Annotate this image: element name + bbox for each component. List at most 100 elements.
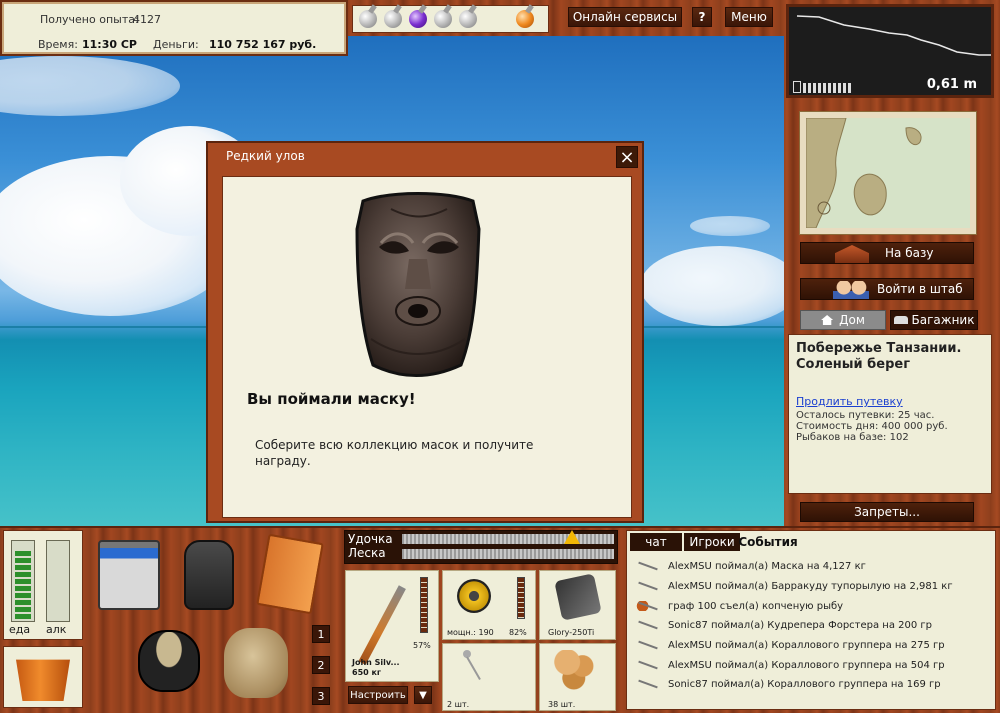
catch-headline: Вы поймали маску!	[247, 390, 416, 408]
reel-percent: 82%	[509, 628, 527, 637]
hook-line	[466, 656, 481, 681]
event-text: AlexMSU поймал(а) Барракуду тупорылую на…	[668, 580, 953, 592]
purple-flask-icon[interactable]	[409, 10, 427, 28]
event-row: AlexMSU поймал(а) Барракуду тупорылую на…	[636, 577, 986, 595]
fishing-rod-icon	[636, 620, 658, 630]
flask-icon[interactable]	[459, 10, 477, 28]
fishing-rod-icon	[636, 581, 658, 591]
cloud	[640, 246, 784, 326]
bans-button[interactable]: Запреты...	[800, 502, 974, 522]
money-value: 110 752 167 руб.	[209, 38, 317, 51]
food-icon	[636, 601, 658, 611]
flask-icon[interactable]	[359, 10, 377, 28]
tab-events[interactable]: События	[738, 533, 798, 551]
inventory-page-2-button[interactable]: 2	[312, 656, 330, 674]
flask-icon[interactable]	[384, 10, 402, 28]
online-services-button[interactable]: Онлайн сервисы	[568, 7, 682, 27]
hooks-count: 2 шт.	[447, 700, 470, 709]
tab-trunk-label: Багажник	[911, 313, 975, 327]
line-tension-bar	[402, 549, 614, 559]
help-button[interactable]: ?	[692, 7, 712, 27]
to-base-button[interactable]: На базу	[800, 242, 974, 264]
sack-icon[interactable]	[224, 628, 288, 698]
event-row: граф 100 съел(а) копченую рыбу	[636, 597, 986, 615]
days-left: Осталось путевки: 25 час.	[796, 410, 935, 421]
depth-scale-icon	[793, 81, 855, 93]
bucket-slot[interactable]	[3, 646, 83, 708]
dialog-title: Редкий улов	[226, 149, 305, 163]
chevron-down-icon[interactable]: ▼	[414, 686, 432, 704]
depth-chart: 0,61 m	[786, 4, 994, 98]
tab-trunk[interactable]: Багажник	[890, 310, 978, 330]
tackle-box-icon[interactable]	[98, 540, 160, 610]
rod-slot[interactable]: 57% John Silv... 650 кг	[345, 570, 439, 682]
event-text: AlexMSU поймал(а) Маска на 4,127 кг	[668, 560, 866, 572]
event-row: AlexMSU поймал(а) Маска на 4,127 кг	[636, 557, 986, 575]
food-label: еда	[9, 623, 31, 636]
money-label: Деньги:	[153, 38, 199, 51]
event-text: AlexMSU поймал(а) Кораллового группера н…	[668, 639, 945, 651]
inventory-page-1-button[interactable]: 1	[312, 625, 330, 643]
fishing-rod-icon	[358, 585, 406, 665]
fishing-rod-icon	[636, 660, 658, 670]
people-icon	[833, 281, 869, 299]
bucket-icon	[16, 659, 70, 701]
fishing-rod-icon	[636, 561, 658, 571]
fishing-rod-icon	[636, 640, 658, 650]
event-text: граф 100 съел(а) копченую рыбу	[668, 600, 844, 612]
orange-flask-icon[interactable]	[516, 10, 534, 28]
anglers-count: Рыбаков на базе: 102	[796, 432, 909, 443]
event-text: Sonic87 поймал(а) Кораллового группера н…	[668, 678, 941, 690]
bait-slot[interactable]: 38 шт.	[539, 643, 616, 711]
reel-slot[interactable]: мощн.: 190 82%	[442, 570, 536, 640]
bait-count: 38 шт.	[548, 700, 576, 709]
rod-tension-bar	[402, 534, 614, 544]
potion-bar	[352, 5, 549, 33]
fishing-line-icon	[554, 573, 602, 621]
dialog-body: Вы поймали маску! Соберите всю коллекцию…	[222, 176, 632, 518]
menu-button[interactable]: Меню	[725, 7, 773, 27]
day-cost: Стоимость дня: 400 000 руб.	[796, 421, 948, 432]
extend-trip-link[interactable]: Продлить путевку	[796, 395, 984, 408]
tab-chat[interactable]: чат	[630, 533, 682, 551]
bait-icon	[554, 650, 598, 690]
food-gauge	[11, 540, 35, 622]
location-info: Побережье Танзании. Соленый берег Продли…	[788, 334, 992, 494]
alcohol-label: алк	[46, 623, 67, 636]
experience-label: Получено опыта:	[40, 13, 139, 26]
cloud	[0, 56, 180, 116]
reel-power: мощн.: 190	[447, 628, 494, 637]
tab-players[interactable]: Игроки	[684, 533, 740, 551]
home-icon	[821, 315, 834, 325]
location-title: Побережье Танзании. Соленый берег	[796, 341, 962, 372]
line-label: Леска	[348, 546, 386, 560]
catch-message: Соберите всю коллекцию масок и получите …	[255, 438, 534, 468]
line-name: Glory-250Ti	[548, 628, 595, 637]
cloud	[690, 216, 770, 236]
line-slot[interactable]: Glory-250Ti	[539, 570, 616, 640]
event-row: AlexMSU поймал(а) Кораллового группера н…	[636, 636, 986, 654]
configure-button[interactable]: Настроить	[348, 686, 408, 704]
player-info-panel: Получено опыта: 4127 Время: 11:30 СР Ден…	[0, 0, 348, 56]
tab-home[interactable]: Дом	[800, 310, 886, 330]
enter-hq-button[interactable]: Войти в штаб	[800, 278, 974, 300]
flask-icon[interactable]	[434, 10, 452, 28]
cooking-pot-icon[interactable]	[138, 630, 200, 692]
rod-owner: John Silv...	[352, 658, 400, 667]
event-row: Sonic87 поймал(а) Кораллового группера н…	[636, 675, 986, 693]
to-base-label: На базу	[885, 246, 934, 260]
hook-slot[interactable]: 2 шт.	[442, 643, 536, 711]
event-text: Sonic87 поймал(а) Кудрепера Форстера на …	[668, 619, 933, 631]
backpack-icon[interactable]	[184, 540, 234, 610]
time-label: Время:	[38, 38, 78, 51]
rod-condition-bar	[420, 577, 428, 633]
car-icon	[893, 316, 908, 324]
close-icon[interactable]: ×	[616, 146, 638, 168]
event-row: Sonic87 поймал(а) Кудрепера Форстера на …	[636, 616, 986, 634]
event-row: AlexMSU поймал(а) Кораллового группера н…	[636, 656, 986, 674]
enter-hq-label: Войти в штаб	[877, 282, 963, 296]
rod-percent: 57%	[413, 641, 431, 650]
area-map[interactable]	[800, 112, 976, 234]
inventory-page-3-button[interactable]: 3	[312, 687, 330, 705]
reel-condition-bar	[517, 577, 525, 619]
